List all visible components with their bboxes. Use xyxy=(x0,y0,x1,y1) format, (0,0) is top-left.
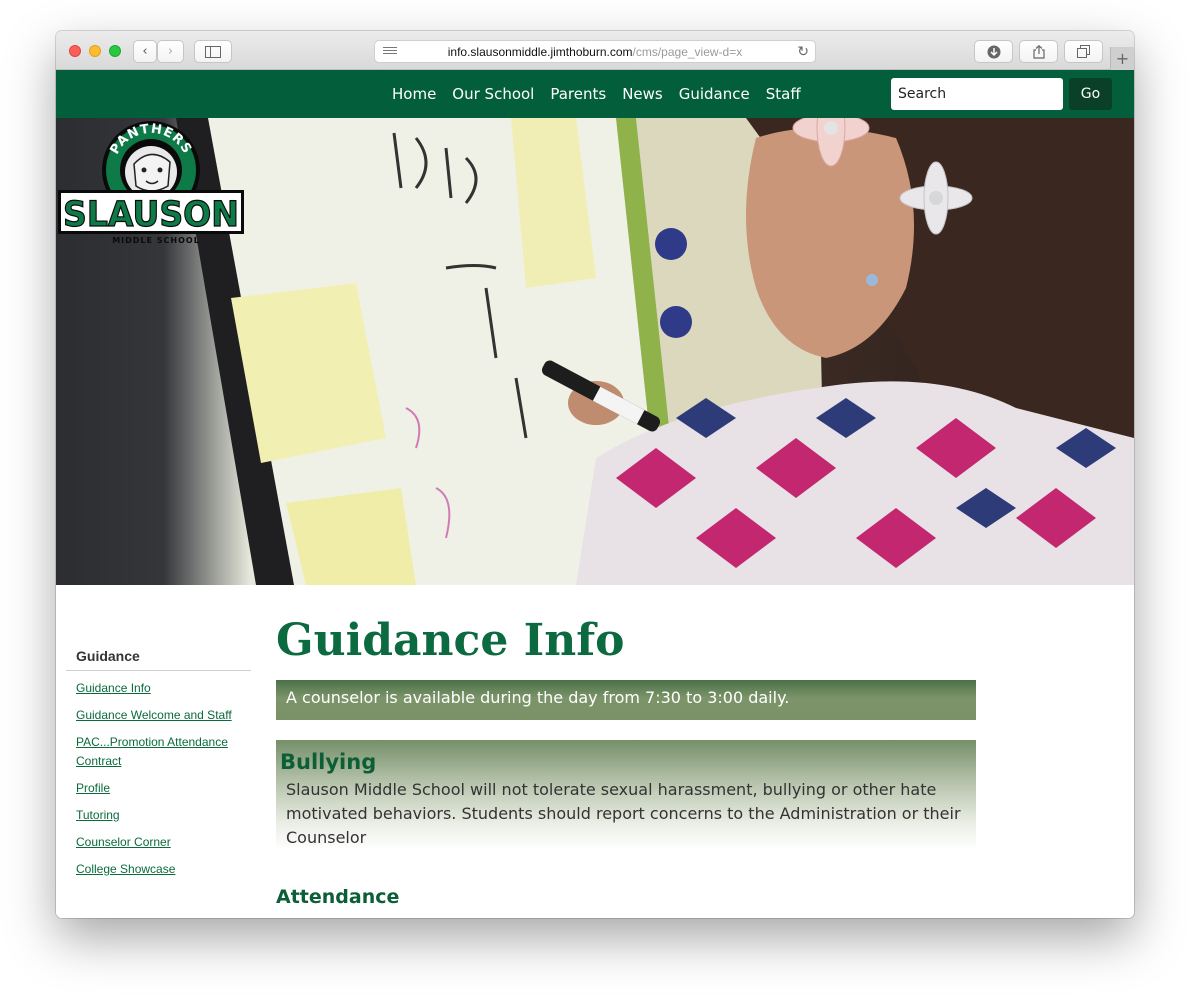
sidebar-item-counselor-corner[interactable]: Counselor Corner xyxy=(76,835,171,849)
nav-guidance[interactable]: Guidance xyxy=(679,85,750,103)
nav-staff[interactable]: Staff xyxy=(766,85,801,103)
reader-icon xyxy=(383,47,397,57)
tabs-overview-button[interactable] xyxy=(1064,40,1103,63)
url-domain: info.slausonmiddle.jimthoburn.com xyxy=(447,44,633,59)
sidebar-item-welcome-and-staff[interactable]: Guidance Welcome and Staff xyxy=(76,708,232,722)
logo-subtitle: MIDDLE SCHOOL xyxy=(112,236,200,245)
downloads-button[interactable] xyxy=(974,40,1013,63)
bullying-section: Bullying Slauson Middle School will not … xyxy=(276,740,976,850)
browser-toolbar: ‹ › info.slausonmiddle.jimthoburn.com/cm… xyxy=(56,31,1134,70)
share-icon xyxy=(1032,44,1045,59)
sidebar-icon xyxy=(205,45,221,58)
address-bar[interactable]: info.slausonmiddle.jimthoburn.com/cms/pa… xyxy=(374,40,816,63)
nav-links: Home Our School Parents News Guidance St… xyxy=(392,70,801,118)
sidebar-item-college-showcase[interactable]: College Showcase xyxy=(76,862,175,876)
tabs-icon xyxy=(1077,45,1090,58)
bullying-text: Slauson Middle School will not tolerate … xyxy=(286,780,961,847)
logo-name: SLAUSON xyxy=(63,195,239,235)
sidebar: Guidance Guidance Info Guidance Welcome … xyxy=(66,648,251,886)
sidebar-toggle-button[interactable] xyxy=(194,40,232,63)
plus-icon: + xyxy=(1115,49,1130,68)
counselor-notice: A counselor is available during the day … xyxy=(276,680,976,720)
page-title: Guidance Info xyxy=(276,615,625,666)
zoom-window-button[interactable] xyxy=(109,45,121,57)
nav-our-school[interactable]: Our School xyxy=(452,85,534,103)
bullying-heading: Bullying xyxy=(280,750,377,774)
chevron-right-icon: › xyxy=(167,44,174,59)
sidebar-item-pac[interactable]: PAC...Promotion Attendance Contract xyxy=(76,735,228,768)
attendance-heading: Attendance xyxy=(276,886,400,908)
sidebar-list: Guidance Info Guidance Welcome and Staff… xyxy=(66,678,251,878)
search-input[interactable] xyxy=(891,78,1063,110)
sidebar-item-guidance-info[interactable]: Guidance Info xyxy=(76,681,151,695)
minimize-window-button[interactable] xyxy=(89,45,101,57)
nav-news[interactable]: News xyxy=(622,85,663,103)
school-logo: PANTHERS SLAUSON MIDDLE SCHOOL xyxy=(58,121,244,245)
share-button[interactable] xyxy=(1019,40,1058,63)
hero-photo: PANTHERS SLAUSON MIDDLE SCHOOL xyxy=(56,118,1134,585)
sidebar-item-profile[interactable]: Profile xyxy=(76,781,110,795)
page-content: Guidance Guidance Info Guidance Welcome … xyxy=(56,585,1134,918)
close-window-button[interactable] xyxy=(69,45,81,57)
sidebar-title: Guidance xyxy=(66,648,251,671)
nav-parents[interactable]: Parents xyxy=(550,85,606,103)
forward-button[interactable]: › xyxy=(157,40,184,63)
reload-icon[interactable]: ↻ xyxy=(797,43,809,60)
back-button[interactable]: ‹ xyxy=(133,40,157,63)
nav-home[interactable]: Home xyxy=(392,85,436,103)
go-button[interactable]: Go xyxy=(1069,78,1112,110)
download-icon xyxy=(987,45,1000,58)
sidebar-item-tutoring[interactable]: Tutoring xyxy=(76,808,120,822)
site-navigation: Home Our School Parents News Guidance St… xyxy=(56,70,1134,118)
main-content: Guidance Info A counselor is available d… xyxy=(276,611,976,908)
chevron-left-icon: ‹ xyxy=(142,44,148,59)
browser-window: ‹ › info.slausonmiddle.jimthoburn.com/cm… xyxy=(56,31,1134,918)
new-tab-button[interactable]: + xyxy=(1110,47,1134,70)
url-path: /cms/page_view-d=x xyxy=(632,44,743,59)
